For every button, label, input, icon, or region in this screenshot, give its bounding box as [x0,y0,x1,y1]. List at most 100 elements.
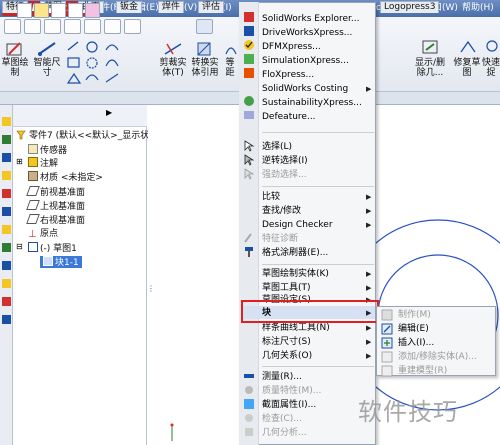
repair-sketch-label-2[interactable]: 图 [450,68,484,78]
menu-separator [262,366,374,367]
menu-item-sketch-entities[interactable]: 草图绘制实体(K) [262,268,329,280]
tree-item-part[interactable]: 零件7 (默认<<默认>_显示状 [29,130,149,142]
submenu-arrow-icon: ▶ [366,85,372,93]
tab-logopress[interactable]: Logopress3 [380,1,440,13]
menu-item-relations[interactable]: 几何关系(O) [262,350,312,362]
dimxpert-manager-tab-icon[interactable] [68,3,83,18]
menu-item-solidworks-explorer[interactable]: SolidWorks Explorer... [262,13,360,25]
menu-item-dimensions[interactable]: 标注尺寸(S) [262,336,311,348]
convert-entities-label-1[interactable]: 转换实 [190,58,220,68]
convert-entities-label-2[interactable]: 体引用 [190,68,220,78]
sketch-label: (-) 草图1 [40,244,77,254]
add-remove-entities-icon [381,351,393,363]
quick-snaps-label-1[interactable]: 快速 [482,58,500,68]
panel-splitter-icon[interactable]: ⋮ [147,284,155,293]
collapse-sketch-icon[interactable]: ⊟ [16,242,23,251]
simulationxpress-icon [244,54,254,64]
menu-item-mass-properties: 质量特性(M)... [262,386,322,396]
rebuild-block-icon [381,365,393,377]
menu-separator [262,264,374,265]
submenu-arrow-icon: ▶ [366,352,372,360]
menu-item-compare[interactable]: 比较 [262,191,280,203]
property-manager-tab-icon[interactable] [34,3,49,18]
filter-icon[interactable] [16,130,26,140]
menu-item-spline-tools[interactable]: 样条曲线工具(N) [262,322,330,334]
quick-snaps-label-2[interactable]: 捉 [482,68,500,78]
menu-separator [262,186,374,187]
menu-help[interactable]: 帮助(H) [462,2,494,15]
submenu-item-insert[interactable]: 插入(I)... [398,337,434,349]
menu-item-measure[interactable]: 测量(R)... [262,371,302,383]
smart-dimension-icon[interactable] [36,40,58,58]
configuration-manager-tab-icon[interactable] [51,3,66,18]
quick-snaps-icon[interactable] [484,38,500,56]
undo-icon[interactable] [84,19,101,34]
material-icon [28,171,38,181]
display-manager-tab-icon[interactable] [85,3,100,18]
make-block-icon [381,309,393,321]
menu-item-sketch-tools[interactable]: 草图工具(T) [262,282,311,294]
tree-item-origin[interactable]: ⊥ 原点 [28,228,58,240]
tree-item-block[interactable]: 块1-1 [40,256,82,268]
sensors-label: 传感器 [40,146,68,156]
tree-item-right-plane[interactable]: 右视基准面 [26,214,85,226]
expand-annotations-icon[interactable]: ⊞ [16,157,23,166]
display-delete-relations-icon[interactable] [420,38,442,56]
smart-dimension-label-1[interactable]: 智能尺 [30,58,64,68]
sketch-node-icon [28,242,38,252]
offset-entities-icon[interactable] [224,40,238,58]
menu-item-driveworksxpress[interactable]: DriveWorksXpress... [262,27,352,39]
offset-entities-label-1[interactable]: 等 [222,58,238,68]
sketch-label-2[interactable]: 制 [0,68,30,78]
tab-weldments[interactable]: 焊件 [158,1,185,13]
tab-evaluate[interactable]: 评估 [198,1,225,13]
menu-item-simulationxpress[interactable]: SimulationXpress... [262,55,349,67]
tree-item-front-plane[interactable]: 前视基准面 [26,186,86,198]
display-delete-relations-label-1[interactable]: 显示/删 [410,58,450,68]
menu-item-solidworks-costing[interactable]: SolidWorks Costing [262,83,348,95]
open-icon[interactable] [24,19,41,34]
submenu-item-rebuild: 重建模型(R) [398,366,448,376]
submenu-item-make: 制作(M) [398,310,431,320]
menu-item-defeature[interactable]: Defeature... [262,111,316,123]
menu-item-format-painter[interactable]: 格式涂刷器(E)... [262,247,328,259]
offset-entities-label-2[interactable]: 距 [222,68,238,78]
tab-sheet-metal[interactable]: 钣金 [116,1,143,13]
convert-entities-icon[interactable] [194,40,216,58]
menu-item-invert-selection[interactable]: 逆转选择(I) [262,155,308,167]
trim-entities-label-2[interactable]: 体(T) [158,68,188,78]
menu-item-select[interactable]: 选择(L) [262,141,292,153]
submenu-item-edit[interactable]: 编辑(E) [398,323,429,335]
display-delete-relations-label-2[interactable]: 除几... [410,68,450,78]
repair-sketch-label-1[interactable]: 修复草 [450,58,484,68]
print-icon[interactable] [64,19,81,34]
feature-manager-tab-icon[interactable] [17,3,32,18]
menu-item-dfmxpress[interactable]: DFMXpress... [262,41,321,53]
smart-dimension-label-2[interactable]: 寸 [30,68,64,78]
menu-item-design-checker[interactable]: Design Checker [262,219,333,231]
menu-item-find-modify[interactable]: 查找/修改 [262,205,301,217]
panel-tabs [13,105,147,127]
menu-item-floxpress[interactable]: FloXpress... [262,69,314,81]
tree-item-material[interactable]: 材质 <未指定> [28,171,103,183]
select-arrow-icon[interactable] [196,19,213,34]
options-icon[interactable] [124,19,141,34]
menu-item-section-properties[interactable]: 截面属性(I)... [262,399,316,411]
repair-sketch-icon[interactable] [458,38,478,56]
sketch-icon[interactable] [4,40,26,58]
sketch-label-1[interactable]: 草图绘 [0,58,30,68]
front-plane-label: 前视基准面 [40,188,86,198]
tree-item-sensors[interactable]: 传感器 [28,144,67,156]
rebuild-icon[interactable] [104,19,121,34]
menu-item-sustainabilityxpress[interactable]: SustainabilityXpress... [262,97,362,109]
new-icon[interactable] [4,19,21,34]
tree-item-top-plane[interactable]: 上视基准面 [26,200,85,212]
save-icon[interactable] [44,19,61,34]
tree-item-sketch[interactable]: (-) 草图1 [28,242,77,254]
annotations-label: 注解 [40,159,59,169]
tree-item-annotations[interactable]: 注解 [28,157,58,169]
trim-entities-label-1[interactable]: 剪裁实 [158,58,188,68]
panel-scroll-arrow-icon[interactable]: ▶ [106,108,112,117]
trim-entities-icon[interactable] [162,40,184,58]
geometry-analysis-icon [245,428,253,436]
